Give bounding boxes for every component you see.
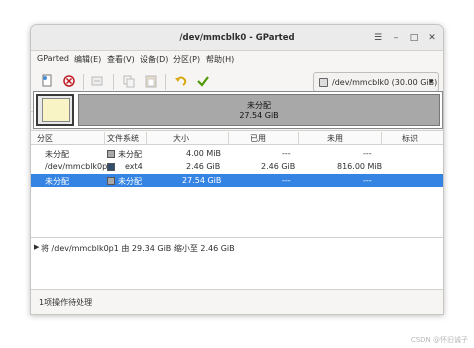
cell-size: 4.00 MiB <box>186 149 221 158</box>
used-space-fill <box>42 98 70 122</box>
copy-icon <box>121 74 137 90</box>
cell-filesystem: ext4 <box>125 162 143 171</box>
status-bar: 1项操作待处理 <box>39 298 93 307</box>
col-flags[interactable]: 标识 <box>402 133 418 144</box>
disk-icon <box>319 78 328 87</box>
pending-operations-log: ▶ 将 /dev/mmcblk0p1 由 29.34 GiB 缩小至 2.46 … <box>31 238 443 290</box>
minimize-icon[interactable]: – <box>389 31 403 45</box>
col-filesystem[interactable]: 文件系统 <box>107 133 139 144</box>
pending-operation-entry[interactable]: 将 /dev/mmcblk0p1 由 29.34 GiB 缩小至 2.46 Gi… <box>41 243 235 254</box>
partition-table: 分区 文件系统 大小 已用 未用 标识 未分配 未分配 4.00 MiB ---… <box>31 130 443 238</box>
undo-icon[interactable] <box>173 74 189 90</box>
cell-unused: --- <box>363 176 372 185</box>
menu-icon[interactable]: ☰ <box>371 31 385 45</box>
disk-map-unallocated[interactable]: 未分配 27.54 GiB <box>78 94 440 126</box>
menu-edit[interactable]: 编辑(E) <box>74 54 101 65</box>
column-divider <box>104 132 105 144</box>
toolbar-separator <box>113 74 114 90</box>
cell-partition: 未分配 <box>45 177 69 186</box>
menu-gparted[interactable]: GParted <box>37 54 69 63</box>
cell-used: 2.46 GiB <box>261 162 296 171</box>
cell-partition: /dev/mmcblk0p1 <box>45 162 113 171</box>
gparted-window: /dev/mmcblk0 - GParted ☰ – □ ✕ GParted 编… <box>30 24 444 315</box>
col-size[interactable]: 大小 <box>173 133 189 144</box>
table-header: 分区 文件系统 大小 已用 未用 标识 <box>31 131 443 145</box>
cell-filesystem: 未分配 <box>118 150 142 159</box>
watermark: CSDN @怀旧诚子 <box>410 336 468 344</box>
menu-device[interactable]: 设备(D) <box>140 54 168 65</box>
delete-icon[interactable] <box>61 74 77 90</box>
cell-filesystem: 未分配 <box>118 177 142 186</box>
disk-map-partition-mmcblk0p1[interactable] <box>36 94 74 126</box>
table-row[interactable]: 未分配 未分配 4.00 MiB --- --- <box>31 147 443 160</box>
fs-color-swatch <box>107 150 115 158</box>
cell-size: 2.46 GiB <box>186 162 221 171</box>
device-selector[interactable]: /dev/mmcblk0 (30.00 GiB) ▾ <box>313 72 439 92</box>
unallocated-size: 27.54 GiB <box>239 111 279 120</box>
unallocated-label: 未分配 <box>247 101 271 110</box>
table-row[interactable]: /dev/mmcblk0p1 ext4 2.46 GiB 2.46 GiB 81… <box>31 160 443 173</box>
col-unused[interactable]: 未用 <box>327 133 343 144</box>
disk-map: 未分配 27.54 GiB <box>33 91 443 129</box>
cell-used: --- <box>282 176 291 185</box>
expand-arrow-icon[interactable]: ▶ <box>34 243 39 251</box>
col-partition[interactable]: 分区 <box>37 133 53 144</box>
fs-color-swatch <box>107 177 115 185</box>
titlebar: /dev/mmcblk0 - GParted ☰ – □ ✕ <box>31 25 443 51</box>
cell-size: 27.54 GiB <box>182 176 222 185</box>
menu-view[interactable]: 查看(V) <box>107 54 135 65</box>
menubar: GParted 编辑(E) 查看(V) 设备(D) 分区(P) 帮助(H) <box>31 51 443 68</box>
cell-unused: --- <box>363 149 372 158</box>
device-selector-label: /dev/mmcblk0 (30.00 GiB) <box>332 78 438 87</box>
cell-unused: 816.00 MiB <box>337 162 383 171</box>
column-divider <box>381 132 382 144</box>
toolbar-separator <box>83 74 84 90</box>
column-divider <box>228 132 229 144</box>
new-icon[interactable] <box>39 74 55 90</box>
column-divider <box>146 132 147 144</box>
cell-used: --- <box>282 149 291 158</box>
chevron-down-icon: ▾ <box>428 77 433 86</box>
maximize-icon[interactable]: □ <box>407 31 421 45</box>
fs-color-swatch <box>107 163 115 171</box>
apply-icon[interactable] <box>195 74 211 90</box>
column-divider <box>298 132 299 144</box>
resize-icon <box>89 74 105 90</box>
table-row-selected[interactable]: 未分配 未分配 27.54 GiB --- --- <box>31 174 443 187</box>
toolbar-separator <box>165 74 166 90</box>
col-used[interactable]: 已用 <box>250 133 266 144</box>
close-icon[interactable]: ✕ <box>425 31 439 45</box>
cell-partition: 未分配 <box>45 150 69 159</box>
paste-icon <box>143 74 159 90</box>
menu-partition[interactable]: 分区(P) <box>173 54 200 65</box>
menu-help[interactable]: 帮助(H) <box>206 54 234 65</box>
